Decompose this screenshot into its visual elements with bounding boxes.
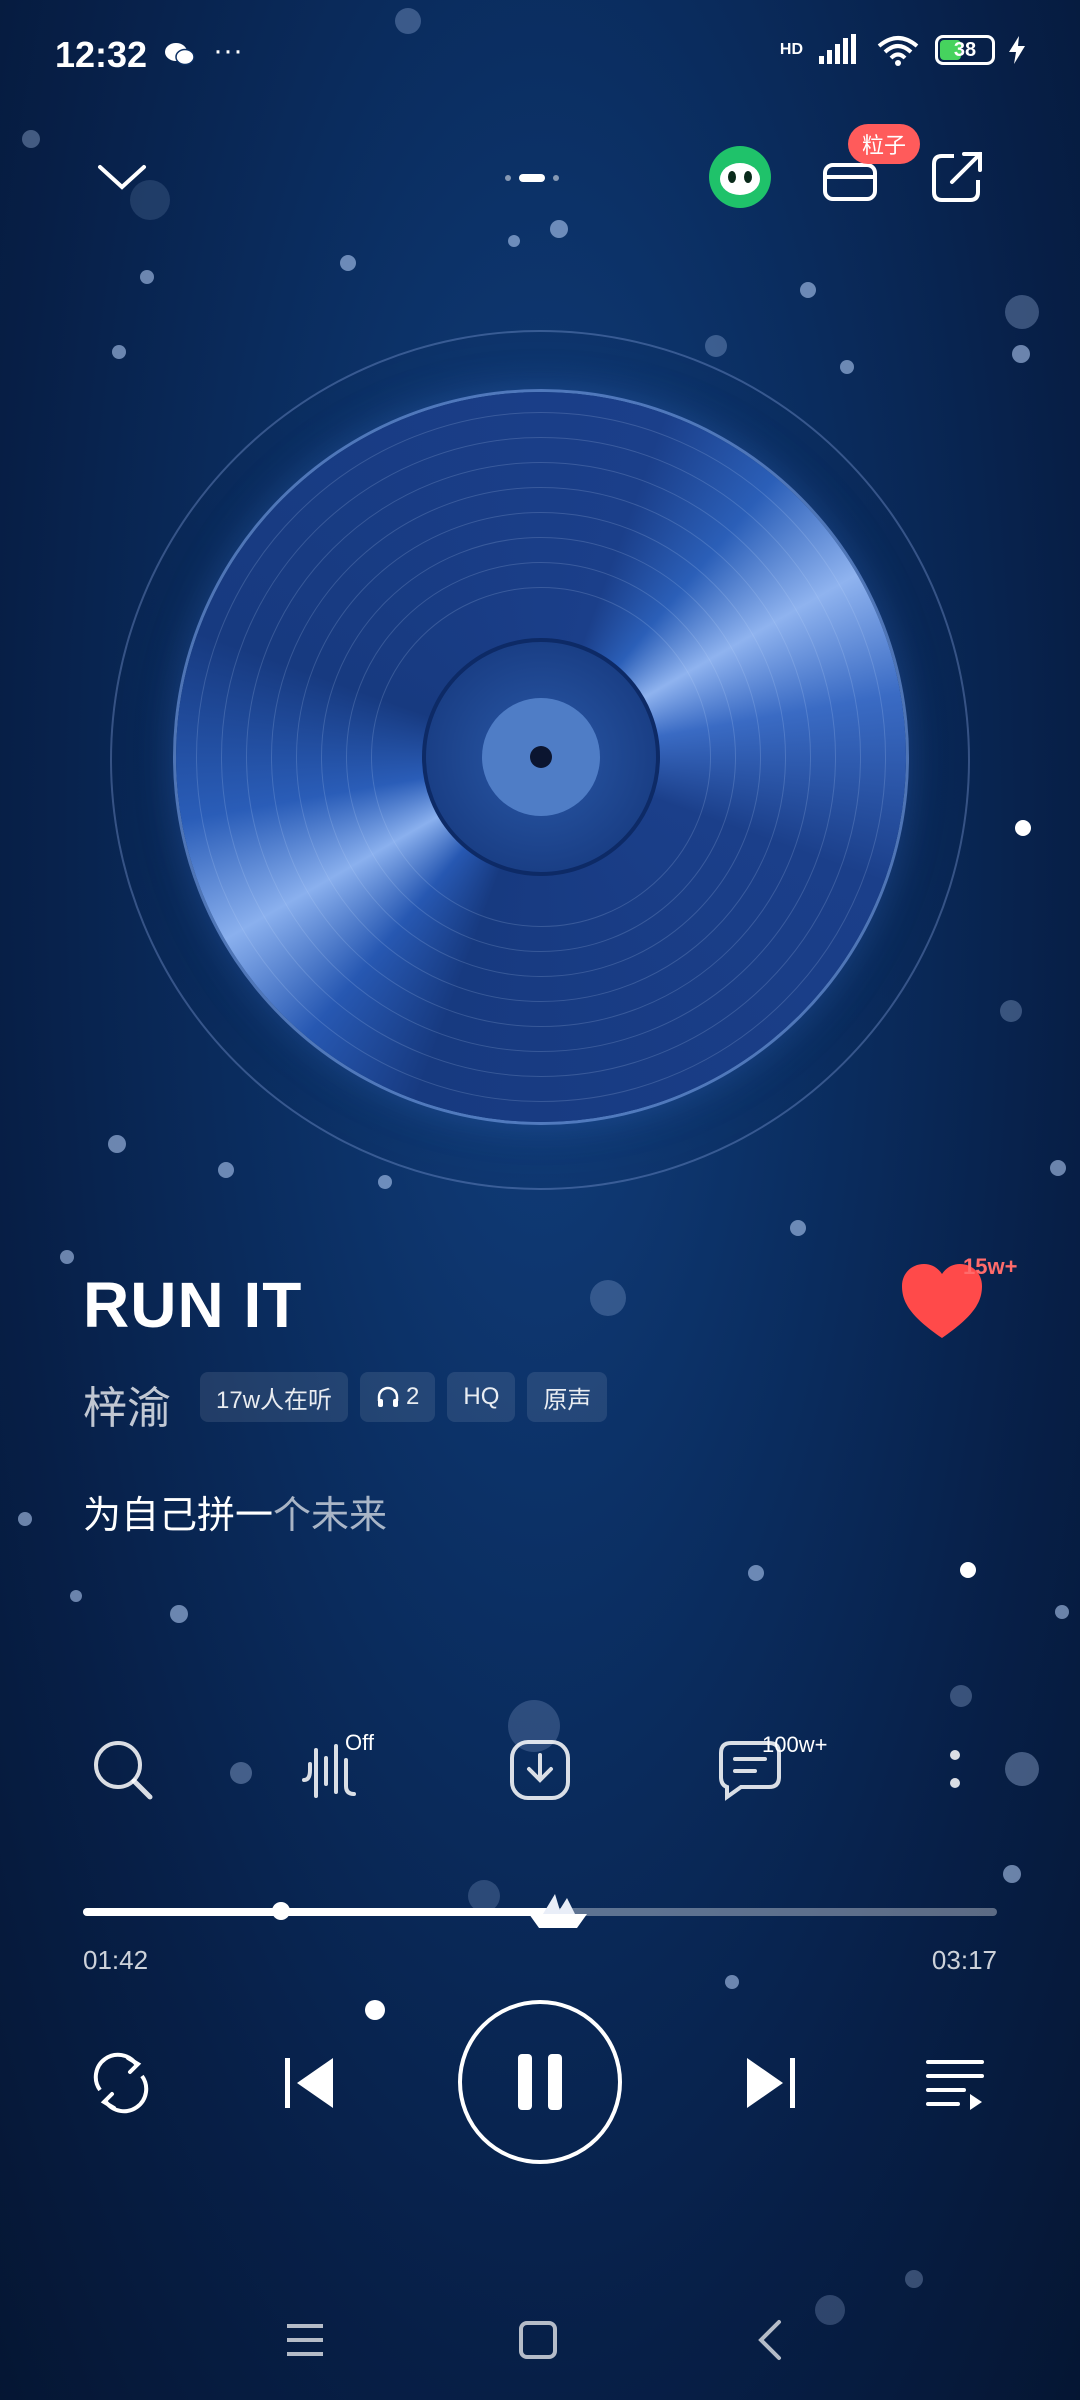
paper-boat-icon xyxy=(529,1894,588,1928)
pause-icon xyxy=(518,2054,562,2110)
progress-fill xyxy=(83,1908,559,1916)
wifi-icon xyxy=(877,36,919,66)
wechat-icon xyxy=(164,40,196,68)
song-title: RUN IT xyxy=(83,1269,303,1341)
listen-together-tag[interactable]: 2 xyxy=(360,1372,436,1422)
nav-home-button[interactable] xyxy=(508,2310,568,2370)
mascot-button[interactable] xyxy=(709,146,771,208)
hd-label: HD xyxy=(779,41,803,58)
search-button[interactable] xyxy=(83,1730,163,1810)
original-tag[interactable]: 原声 xyxy=(527,1372,608,1422)
like-count: 15w+ xyxy=(963,1254,1018,1279)
more-vertical-icon xyxy=(950,1750,960,1788)
menu-icon xyxy=(287,2324,323,2356)
share-icon xyxy=(932,152,982,202)
progress-thumb[interactable] xyxy=(527,1888,589,1932)
quality-tag[interactable]: HQ xyxy=(447,1372,516,1422)
sound-effect-state: Off xyxy=(345,1730,374,1755)
play-pause-button[interactable] xyxy=(458,2000,622,2164)
back-chevron-icon xyxy=(758,2320,781,2360)
elapsed-time: 01:42 xyxy=(83,1945,149,1975)
artist-name[interactable]: 梓渝 xyxy=(83,1372,171,1436)
next-button[interactable] xyxy=(734,2046,808,2120)
status-icons: HD 38 xyxy=(780,34,1025,66)
nav-menu-button[interactable] xyxy=(275,2310,335,2370)
more-notifications-icon: ··· xyxy=(213,34,243,67)
particle-badge: 粒子 xyxy=(848,124,921,164)
comment-count: 100w+ xyxy=(762,1732,828,1757)
mascot-icon xyxy=(719,159,760,195)
search-icon xyxy=(94,1741,153,1800)
charging-icon xyxy=(1009,36,1025,64)
next-icon xyxy=(747,2058,795,2108)
headphones-icon xyxy=(377,1386,399,1407)
more-button[interactable] xyxy=(915,1730,995,1810)
climax-marker xyxy=(272,1902,290,1920)
download-button[interactable] xyxy=(500,1730,580,1810)
lyric-upcoming: 个未来 xyxy=(273,1495,388,1537)
download-icon xyxy=(510,1740,570,1800)
song-tags: 17w人在听 2 HQ 原声 xyxy=(200,1372,608,1422)
repeat-icon xyxy=(93,2052,149,2114)
playlist-button[interactable] xyxy=(918,2046,992,2120)
page-indicator xyxy=(505,174,559,182)
nav-back-button[interactable] xyxy=(740,2310,800,2370)
lyric-sung: 为自己拼一 xyxy=(83,1495,274,1537)
previous-icon xyxy=(285,2058,333,2108)
home-square-icon xyxy=(519,2321,557,2359)
total-time: 03:17 xyxy=(931,1945,997,1975)
battery-indicator: 38 xyxy=(935,35,995,65)
record-spindle xyxy=(530,746,552,768)
collapse-button[interactable] xyxy=(90,145,154,209)
previous-button[interactable] xyxy=(272,2046,346,2120)
playlist-icon xyxy=(926,2060,984,2110)
repeat-mode-button[interactable] xyxy=(84,2046,158,2120)
share-button[interactable] xyxy=(925,145,989,209)
current-lyric[interactable]: 为自己拼一个未来 xyxy=(83,1484,387,1539)
listeners-tag[interactable]: 17w人在听 xyxy=(200,1372,349,1422)
status-time: 12:32 xyxy=(55,34,148,75)
chevron-down-icon xyxy=(98,165,146,190)
signal-icon xyxy=(819,34,856,64)
